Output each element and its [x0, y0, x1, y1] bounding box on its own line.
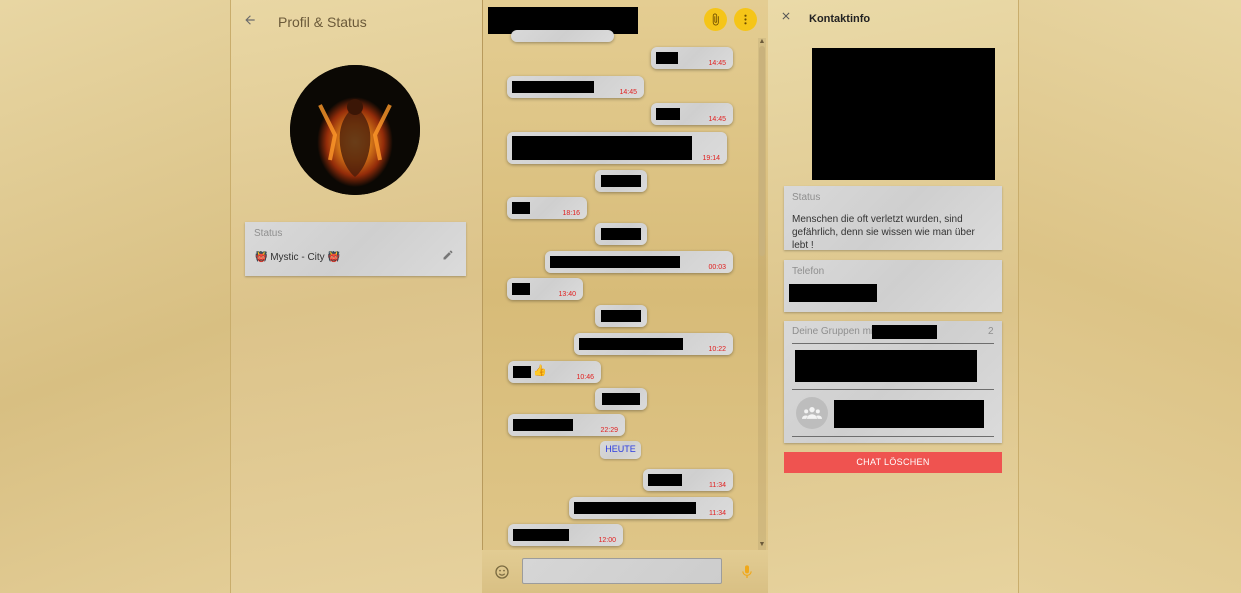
message-text-redacted — [513, 529, 569, 541]
message-time: 11:34 — [709, 510, 726, 517]
message-text-redacted — [648, 474, 682, 486]
background-left — [0, 0, 230, 593]
message-text-redacted — [601, 228, 641, 240]
group-item[interactable] — [792, 343, 994, 388]
message-time: 12:00 — [598, 537, 616, 544]
contact-phone-redacted[interactable] — [789, 284, 877, 302]
groups-contact-name-redacted — [872, 325, 937, 339]
message-bubble[interactable]: 18:16 — [507, 197, 587, 219]
message-bubble[interactable]: 11:34 — [569, 497, 733, 519]
message-bubble[interactable]: 14:45 — [651, 103, 733, 125]
background-right — [1018, 0, 1241, 593]
paperclip-icon[interactable] — [704, 8, 727, 31]
message-time: 14:45 — [708, 60, 726, 67]
contact-phone-card: Telefon — [784, 260, 1002, 312]
message-bubble[interactable]: 13:40 — [507, 278, 583, 300]
message-time: 10:46 — [576, 374, 594, 381]
message-text-redacted — [656, 52, 678, 64]
chat-scrollbar-thumb[interactable] — [759, 46, 765, 256]
message-bubble[interactable]: 12:00 — [508, 524, 623, 546]
message-time: 14:45 — [619, 89, 637, 96]
status-label: Status — [254, 228, 283, 239]
smiley-icon[interactable] — [494, 564, 510, 580]
message-bubble[interactable]: 19:14 — [507, 132, 727, 164]
contact-photo-redacted[interactable] — [812, 48, 995, 180]
groups-count: 2 — [988, 326, 994, 337]
message-input[interactable] — [522, 558, 722, 584]
message-text-redacted — [513, 366, 531, 378]
message-bubble[interactable]: 00:03 — [545, 251, 733, 273]
date-separator-label: HEUTE — [605, 444, 636, 454]
message-bubble[interactable]: 11:34 — [643, 469, 733, 491]
message-bubble[interactable]: 22:29 — [508, 414, 625, 436]
groups-label: Deine Gruppen mit — [792, 326, 876, 337]
message-text-redacted — [512, 202, 530, 214]
message-time: 22:29 — [600, 427, 618, 434]
delete-chat-button[interactable]: CHAT LÖSCHEN — [784, 452, 1002, 473]
message-time: 14:45 — [708, 116, 726, 123]
contact-status-label: Status — [792, 192, 821, 203]
message-text-redacted — [601, 310, 641, 322]
contact-phone-label: Telefon — [792, 266, 825, 277]
pencil-icon[interactable] — [442, 249, 454, 264]
message-text-redacted — [512, 283, 530, 295]
date-separator: HEUTE — [600, 441, 641, 459]
group-item-redacted — [795, 350, 977, 382]
message-text-redacted — [601, 175, 641, 187]
message-time: 11:34 — [709, 482, 726, 489]
message-time: 19:14 — [702, 155, 720, 162]
message-text-redacted — [602, 393, 640, 405]
group-item[interactable] — [792, 389, 994, 437]
thumbs-up-emoji: 👍 — [533, 365, 547, 377]
message-bubble[interactable]: 👍 10:46 — [508, 361, 601, 383]
message-bubble[interactable]: 10:22 — [574, 333, 733, 355]
scroll-up-icon[interactable]: ▲ — [758, 38, 766, 46]
message-bubble[interactable] — [595, 388, 647, 410]
profile-status-card: Status 👹 Mystic - City 👹 — [245, 222, 466, 276]
message-time: 00:03 — [708, 264, 726, 271]
contact-status-card: Status Menschen die oft verletzt wurden,… — [784, 186, 1002, 251]
message-text-redacted — [656, 108, 680, 120]
contact-status-text: Menschen die oft verletzt wurden, sind g… — [792, 214, 975, 251]
contact-panel-title: Kontaktinfo — [809, 13, 871, 25]
message-text-redacted — [513, 419, 573, 431]
microphone-icon[interactable] — [739, 563, 755, 581]
message-bubble[interactable] — [595, 223, 647, 245]
close-icon[interactable] — [780, 9, 792, 26]
message-time: 10:22 — [708, 346, 726, 353]
message-bubble[interactable] — [511, 30, 614, 42]
profile-title: Profil & Status — [278, 14, 367, 30]
scroll-down-icon[interactable]: ▼ — [758, 541, 766, 549]
message-text-redacted — [579, 338, 683, 350]
message-text-redacted — [512, 81, 594, 93]
profile-avatar[interactable] — [290, 65, 420, 195]
message-bubble[interactable] — [595, 305, 647, 327]
more-vertical-icon[interactable] — [734, 8, 757, 31]
message-time: 13:40 — [558, 291, 576, 298]
message-bubble[interactable]: 14:45 — [651, 47, 733, 69]
message-bubble[interactable]: 14:45 — [507, 76, 644, 98]
message-text-redacted — [550, 256, 680, 268]
group-name-redacted — [834, 400, 984, 428]
status-text: 👹 Mystic - City 👹 — [255, 252, 340, 263]
message-time: 18:16 — [562, 210, 580, 217]
contact-groups-card: Deine Gruppen mit 2 — [784, 321, 1002, 443]
group-people-icon — [796, 397, 828, 429]
message-text-redacted — [512, 136, 692, 160]
message-bubble[interactable] — [595, 170, 647, 192]
back-arrow-icon[interactable] — [243, 13, 259, 31]
message-text-redacted — [574, 502, 696, 514]
